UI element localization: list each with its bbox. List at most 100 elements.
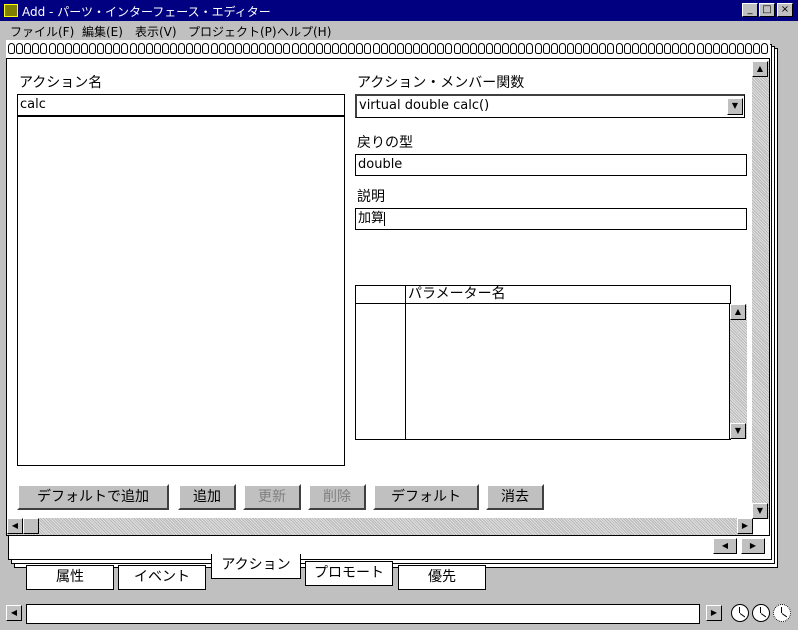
description-input[interactable]: 加算 — [355, 208, 747, 230]
scroll-thumb[interactable] — [23, 518, 39, 534]
add-button[interactable]: 追加 — [178, 484, 236, 510]
spiral-ring — [688, 43, 696, 54]
spiral-ring — [494, 43, 501, 54]
parameter-table-scrollbar[interactable]: ▲ ▼ — [729, 304, 747, 439]
clock-icon — [731, 604, 749, 622]
spiral-ring — [97, 43, 105, 54]
spiral-ring — [89, 43, 96, 54]
parameter-table-divider — [405, 286, 406, 439]
spiral-ring — [283, 43, 291, 54]
scroll-down-icon[interactable]: ▼ — [752, 503, 768, 519]
spiral-ring — [623, 43, 631, 54]
spiral-ring — [745, 43, 753, 54]
page-horizontal-scrollbar[interactable]: ◀ ▶ — [7, 518, 753, 535]
spiral-ring — [210, 43, 218, 54]
next-page-icon[interactable]: ▶ — [741, 538, 765, 554]
spiral-ring — [510, 43, 518, 54]
spiral-ring — [656, 43, 663, 54]
spiral-ring — [129, 43, 137, 54]
tab-promote[interactable]: プロモート — [305, 561, 393, 586]
close-button[interactable]: × — [777, 3, 793, 17]
spiral-ring — [202, 43, 210, 54]
page-vertical-scrollbar[interactable]: ▲ ▼ — [752, 61, 769, 519]
member-func-value: virtual double calc() — [359, 98, 490, 113]
scroll-up-icon[interactable]: ▲ — [730, 304, 746, 320]
description-value: 加算 — [358, 211, 385, 226]
spiral-ring — [340, 43, 348, 54]
window-title: Add - パーツ・インターフェース・エディター — [22, 5, 271, 19]
spiral-ring — [566, 43, 574, 54]
spiral-ring — [364, 43, 372, 54]
status-scroll-left-icon[interactable]: ◀ — [6, 605, 22, 621]
spiral-ring — [242, 43, 250, 54]
spiral-ring — [178, 43, 186, 54]
spiral-ring — [161, 43, 169, 54]
minimize-button[interactable]: _ — [742, 3, 758, 17]
spiral-ring — [64, 43, 72, 54]
menu-view[interactable]: 表示(V) — [135, 23, 177, 40]
app-icon[interactable] — [4, 4, 18, 17]
action-name-input[interactable]: calc — [17, 94, 345, 116]
default-button[interactable]: デフォルト — [373, 484, 479, 510]
spiral-ring — [348, 43, 356, 54]
scroll-up-icon[interactable]: ▲ — [752, 61, 768, 77]
scroll-right-icon[interactable]: ▶ — [737, 518, 753, 534]
notebook-spiral — [6, 40, 770, 60]
spiral-ring — [72, 43, 80, 54]
member-func-select[interactable]: virtual double calc() ▼ — [355, 94, 745, 118]
action-name-label: アクション名 — [19, 75, 103, 91]
tab-priority[interactable]: 優先 — [398, 565, 486, 590]
spiral-ring — [461, 43, 469, 54]
clear-button[interactable]: 消去 — [486, 484, 544, 510]
spiral-ring — [437, 43, 445, 54]
spiral-ring — [445, 43, 453, 54]
spiral-ring — [526, 43, 534, 54]
scroll-down-icon[interactable]: ▼ — [730, 423, 746, 439]
tab-events[interactable]: イベント — [118, 565, 206, 590]
spiral-ring — [413, 43, 420, 54]
spiral-ring — [56, 43, 64, 54]
spiral-ring — [469, 43, 477, 54]
tab-attributes[interactable]: 属性 — [26, 565, 114, 590]
spiral-ring — [194, 43, 202, 54]
menu-bar: ファイル(F) 編集(E) 表示(V) プロジェクト(P) ヘルプ(H) — [0, 21, 798, 40]
menu-help[interactable]: ヘルプ(H) — [277, 23, 331, 40]
spiral-ring — [145, 43, 153, 54]
spiral-ring — [153, 43, 161, 54]
spiral-ring — [631, 43, 639, 54]
spiral-ring — [356, 43, 364, 54]
spiral-ring — [485, 43, 493, 54]
prev-page-icon[interactable]: ◀ — [713, 538, 737, 554]
spiral-ring — [372, 43, 380, 54]
spiral-ring — [591, 43, 599, 54]
delete-button[interactable]: 削除 — [308, 484, 366, 510]
status-field — [26, 604, 700, 624]
spiral-ring — [275, 43, 283, 54]
parameter-table[interactable]: パラメーター名 ▲ ▼ — [355, 285, 747, 440]
spiral-ring — [121, 43, 129, 54]
spiral-ring — [607, 43, 615, 54]
add-default-button[interactable]: デフォルトで追加 — [17, 484, 169, 510]
maximize-button[interactable]: □ — [759, 3, 775, 17]
status-scroll-right-icon[interactable]: ▶ — [706, 605, 722, 621]
spiral-ring — [615, 43, 623, 54]
spiral-ring — [315, 43, 323, 54]
notebook-page: アクション名 calc アクション・メンバー関数 virtual double … — [6, 58, 770, 536]
spiral-ring — [647, 43, 655, 54]
chevron-down-icon[interactable]: ▼ — [727, 98, 743, 115]
action-list[interactable] — [17, 116, 345, 466]
spiral-ring — [16, 43, 24, 54]
menu-file[interactable]: ファイル(F) — [10, 23, 74, 40]
tab-actions[interactable]: アクション — [211, 554, 301, 579]
spiral-ring — [421, 43, 429, 54]
spiral-ring — [672, 43, 680, 54]
menu-edit[interactable]: 編集(E) — [82, 23, 123, 40]
menu-project[interactable]: プロジェクト(P) — [188, 23, 277, 40]
update-button[interactable]: 更新 — [243, 484, 301, 510]
spiral-ring — [24, 43, 32, 54]
spiral-ring — [404, 43, 412, 54]
scroll-left-icon[interactable]: ◀ — [7, 518, 23, 534]
return-type-input[interactable]: double — [355, 154, 747, 176]
spiral-ring — [388, 43, 396, 54]
spiral-ring — [599, 43, 607, 54]
